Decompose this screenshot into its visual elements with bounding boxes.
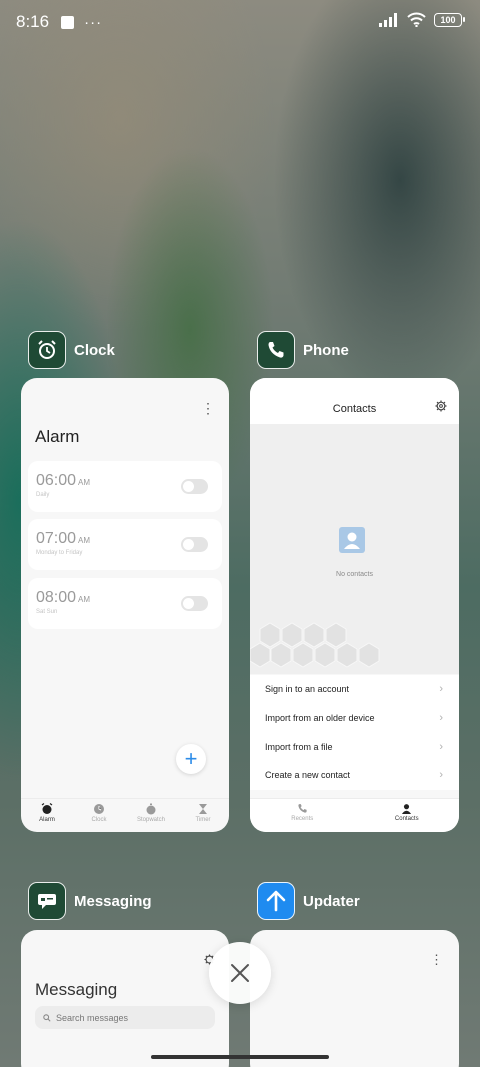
alarm-ampm: AM bbox=[78, 478, 91, 487]
tab-timer[interactable]: Timer bbox=[177, 799, 229, 832]
more-notifications-icon: ··· bbox=[84, 13, 103, 31]
tab-alarm[interactable]: Alarm bbox=[21, 799, 73, 832]
action-label: Import from a file bbox=[265, 741, 333, 752]
app-name-phone: Phone bbox=[303, 341, 349, 359]
tab-label: Timer bbox=[195, 817, 211, 823]
page-title: Alarm bbox=[35, 427, 80, 446]
wifi-icon bbox=[407, 12, 426, 27]
action-label: Sign in to an account bbox=[265, 684, 350, 695]
alarm-toggle[interactable] bbox=[181, 537, 208, 552]
app-card-updater[interactable]: ⋮ bbox=[250, 930, 459, 1067]
tab-bar: Alarm Clock Stopwatch Timer bbox=[21, 798, 229, 832]
app-card-phone[interactable]: Contacts No contacts Sign in to an accou… bbox=[250, 378, 459, 832]
app-header-updater[interactable]: Updater bbox=[257, 882, 360, 920]
alarm-clock-icon bbox=[28, 331, 66, 369]
search-icon bbox=[43, 1013, 51, 1022]
chevron-right-icon: › bbox=[439, 712, 443, 725]
contact-placeholder-icon bbox=[339, 527, 365, 553]
more-options-icon[interactable]: ⋮ bbox=[430, 952, 443, 968]
alarm-item[interactable]: 06:00 AM Daily bbox=[28, 461, 222, 512]
tab-label: Alarm bbox=[39, 817, 55, 823]
message-icon bbox=[28, 882, 66, 920]
empty-state-text: No contacts bbox=[336, 571, 373, 578]
alarm-time: 08:00 bbox=[36, 589, 77, 606]
alarm-repeat: Sat Sun bbox=[36, 609, 58, 615]
import-file-item[interactable]: Import from a file › bbox=[250, 732, 459, 761]
alarm-time: 06:00 bbox=[36, 472, 77, 489]
stopwatch-tab-icon bbox=[146, 803, 156, 815]
tab-contacts[interactable]: Contacts bbox=[355, 799, 460, 832]
chevron-right-icon: › bbox=[439, 769, 443, 782]
add-alarm-button[interactable]: + bbox=[176, 744, 206, 774]
app-name-messaging: Messaging bbox=[74, 892, 152, 910]
arrow-up-icon bbox=[257, 882, 295, 920]
settings-icon[interactable] bbox=[435, 400, 447, 412]
person-tab-icon bbox=[402, 804, 412, 814]
alarm-item[interactable]: 07:00 AM Monday to Friday bbox=[28, 519, 222, 570]
alarm-repeat: Monday to Friday bbox=[36, 550, 83, 556]
alarm-tab-icon bbox=[41, 803, 53, 814]
alarm-ampm: AM bbox=[78, 595, 91, 604]
page-title: Messaging bbox=[35, 980, 118, 999]
tab-recents[interactable]: Recents bbox=[250, 799, 355, 832]
tab-bar: Recents Contacts bbox=[250, 798, 459, 832]
alarm-time: 07:00 bbox=[36, 530, 77, 547]
app-name-updater: Updater bbox=[303, 892, 360, 910]
tab-label: Contacts bbox=[394, 816, 419, 822]
sign-in-account-item[interactable]: Sign in to an account › bbox=[250, 675, 459, 704]
phone-tab-icon bbox=[298, 804, 307, 813]
alarm-toggle[interactable] bbox=[181, 596, 208, 611]
status-time: 8:16 bbox=[16, 12, 50, 31]
action-label: Create a new contact bbox=[265, 770, 351, 781]
app-name-clock: Clock bbox=[74, 341, 115, 359]
clock-tab-icon bbox=[94, 804, 104, 814]
clear-all-button[interactable] bbox=[209, 942, 271, 1004]
alarm-toggle[interactable] bbox=[181, 479, 208, 494]
alarm-repeat: Daily bbox=[36, 492, 50, 498]
contacts-actions: Sign in to an account › Import from an o… bbox=[250, 675, 459, 790]
home-indicator[interactable] bbox=[151, 1055, 329, 1059]
import-older-device-item[interactable]: Import from an older device › bbox=[250, 704, 459, 733]
hexagon-pattern bbox=[250, 622, 380, 668]
create-contact-item[interactable]: Create a new contact › bbox=[250, 761, 459, 790]
notification-icon bbox=[61, 15, 75, 29]
search-messages-input[interactable]: Search messages bbox=[35, 1006, 215, 1029]
page-title: Contacts bbox=[332, 403, 377, 415]
hourglass-tab-icon bbox=[199, 804, 207, 814]
close-icon bbox=[231, 964, 249, 982]
battery-icon: 100 bbox=[434, 12, 465, 27]
chevron-right-icon: › bbox=[439, 683, 443, 696]
alarm-ampm: AM bbox=[78, 536, 91, 545]
search-placeholder: Search messages bbox=[56, 1012, 129, 1023]
contacts-header: Contacts bbox=[250, 378, 459, 424]
status-bar: 8:16 ··· 100 bbox=[0, 0, 480, 44]
phone-icon bbox=[257, 331, 295, 369]
app-header-clock[interactable]: Clock bbox=[28, 331, 115, 369]
tab-label: Recents bbox=[291, 816, 314, 822]
chevron-right-icon: › bbox=[439, 740, 443, 753]
app-header-messaging[interactable]: Messaging bbox=[28, 882, 152, 920]
app-header-phone[interactable]: Phone bbox=[257, 331, 349, 369]
signal-icon bbox=[379, 12, 397, 27]
contacts-empty-area: No contacts bbox=[250, 424, 459, 674]
more-options-icon[interactable]: ⋮ bbox=[201, 400, 215, 417]
tab-clock[interactable]: Clock bbox=[73, 799, 125, 832]
alarm-item[interactable]: 08:00 AM Sat Sun bbox=[28, 578, 222, 629]
tab-stopwatch[interactable]: Stopwatch bbox=[125, 799, 177, 832]
tab-label: Clock bbox=[91, 817, 107, 823]
tab-label: Stopwatch bbox=[136, 817, 166, 823]
action-label: Import from an older device bbox=[265, 713, 375, 724]
app-card-messaging[interactable]: Messaging Search messages bbox=[21, 930, 229, 1067]
app-card-clock[interactable]: ⋮ Alarm 06:00 AM Daily 07:00 AM Monday to … bbox=[21, 378, 229, 832]
